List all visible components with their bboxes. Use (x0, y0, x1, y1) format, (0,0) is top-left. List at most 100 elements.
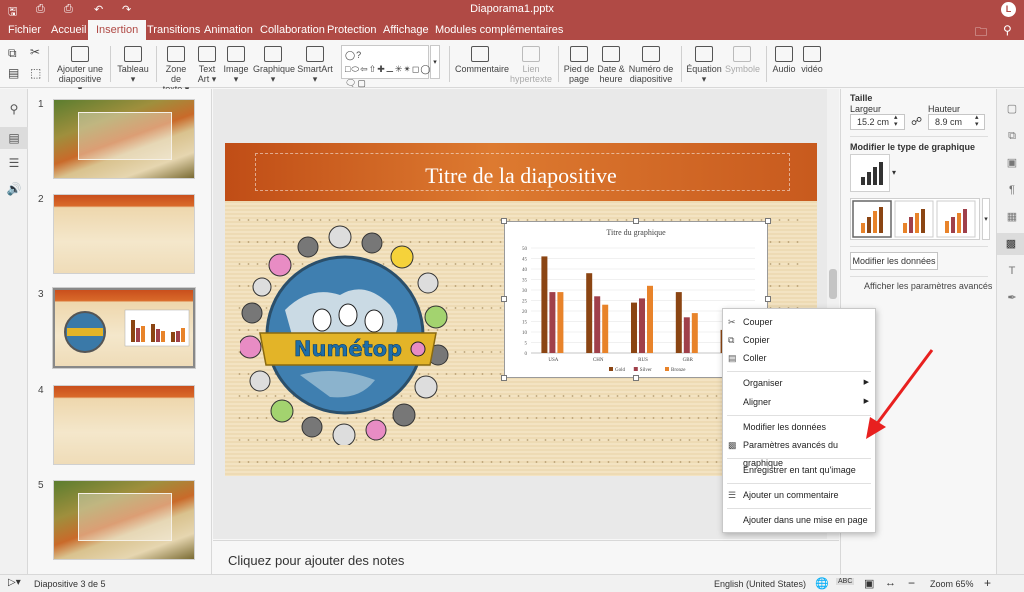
menu-item-save-image[interactable]: Enregistrer en tant qu'image (723, 461, 875, 479)
textbox-button[interactable]: Zone detexte ▾ (161, 46, 191, 94)
play-slideshow-icon[interactable]: ▷▾ (8, 577, 21, 588)
menu-item-add-comment[interactable]: ☰ Ajouter un commentaire (723, 486, 875, 504)
feedback-icon[interactable]: 🔊 (6, 181, 22, 197)
left-toolbar: ⚲ ▤ ☰ 🔊 (0, 89, 28, 574)
fit-slide-icon[interactable]: ▣ (864, 577, 874, 590)
resize-handle[interactable] (501, 296, 507, 302)
menu-item-edit-data[interactable]: Modifier les données (723, 418, 875, 436)
zoom-in-icon[interactable]: + (984, 576, 991, 590)
menu-item-copy[interactable]: ⧉ Copier (723, 331, 875, 349)
paste-icon[interactable]: ▤ (8, 66, 19, 80)
spellcheck-icon[interactable]: ABC (836, 578, 855, 585)
resize-handle[interactable] (501, 375, 507, 381)
paragraph-settings-icon[interactable]: ¶ (1005, 183, 1019, 197)
chart-settings-icon[interactable]: ▩ (997, 233, 1024, 255)
slide-thumbnail-5[interactable] (53, 480, 195, 560)
cut-icon[interactable]: ✂ (30, 45, 40, 59)
y-tick-label: 20 (522, 310, 528, 315)
width-stepper[interactable]: ▴ ▾ (894, 114, 898, 128)
film-icon (803, 46, 821, 62)
select-all-icon[interactable]: ⬚ (30, 66, 41, 80)
height-stepper[interactable]: ▴ ▾ (975, 114, 979, 128)
table-button[interactable]: Tableau ▾ (117, 46, 149, 84)
y-tick-label: 30 (522, 289, 528, 294)
bar-gold-chn (586, 273, 593, 353)
slide-number-button[interactable]: Numéro de diapositive (628, 46, 674, 84)
zoom-out-icon[interactable]: − (908, 576, 915, 590)
annotation-arrow (866, 349, 934, 439)
resize-handle[interactable] (633, 375, 639, 381)
add-slide-button[interactable]: Ajouter unediapositive ▾ (56, 46, 104, 94)
shapes-gallery-dropdown[interactable]: ▾ (430, 45, 440, 79)
copy-icon[interactable]: ⧉ (8, 46, 17, 61)
shape-settings-icon[interactable]: ⧉ (1005, 129, 1019, 143)
tab-modules[interactable]: Modules complémentaires (427, 20, 571, 40)
slide-title[interactable]: Titre de la diapositive (225, 163, 817, 189)
menu-item-cut[interactable]: ✂ Couper (723, 313, 875, 331)
language-selector[interactable]: English (United States) (714, 579, 806, 589)
equation-icon (695, 46, 713, 62)
search-icon[interactable]: ⚲ (1003, 23, 1012, 37)
comments-icon[interactable]: ☰ (6, 155, 22, 171)
tab-insertion[interactable]: Insertion (88, 20, 147, 40)
menu-item-add-to-layout[interactable]: Ajouter dans une mise en page (723, 511, 875, 529)
menu-item-chart-advanced[interactable]: ▩ Paramètres avancés du graphique (723, 436, 875, 468)
status-bar: ▷▾ Diapositive 3 de 5 English (United St… (0, 574, 1024, 592)
legend-swatch (665, 367, 669, 371)
chart-type-dropdown[interactable]: ▾ (892, 168, 896, 177)
chart-button[interactable]: Graphique ▾ (253, 46, 295, 84)
height-label: Hauteur (928, 104, 961, 114)
equation-button[interactable]: Équation ▾ (686, 46, 722, 84)
fit-width-icon[interactable]: ↔ (885, 577, 896, 589)
textart-settings-icon[interactable]: T (1005, 264, 1019, 278)
slide-thumbnail-4[interactable] (53, 385, 195, 465)
image-icon (227, 46, 245, 62)
chart-styles-dropdown[interactable]: ▾ (982, 198, 990, 240)
slide-thumbnail-3[interactable] (52, 287, 196, 369)
footer-button[interactable]: Pied de page (563, 46, 595, 84)
image-button[interactable]: Image ▾ (223, 46, 249, 84)
tab-fichier[interactable]: Fichier (0, 20, 49, 40)
hyperlink-button[interactable]: Lien hypertexte (509, 46, 553, 84)
resize-handle[interactable] (633, 218, 639, 224)
menu-item-align[interactable]: Aligner ▶ (723, 393, 875, 411)
width-label: Largeur (850, 104, 882, 114)
slide-counter: Diapositive 3 de 5 (34, 579, 106, 589)
resize-handle[interactable] (765, 296, 771, 302)
datetime-button[interactable]: Date & heure (597, 46, 625, 84)
title-bar: 🖫 ⎙ ⎙ ↶ ↷ Diaporama1.pptx L (0, 0, 1024, 20)
signature-settings-icon[interactable]: ✒ (1005, 291, 1019, 305)
user-avatar[interactable]: L (1001, 2, 1016, 17)
resize-handle[interactable] (501, 218, 507, 224)
resize-handle[interactable] (765, 218, 771, 224)
search-icon[interactable]: ⚲ (6, 101, 22, 117)
shapes-gallery[interactable]: ◯?□⬭⇦⇧✚⚊✳✴◻◯🗨▢ (341, 45, 430, 88)
video-button[interactable]: vidéo (800, 46, 824, 74)
chart-type-selector[interactable] (850, 154, 890, 192)
menu-item-arrange[interactable]: Organiser ▶ (723, 374, 875, 392)
notes-area[interactable]: Cliquez pour ajouter des notes (213, 540, 839, 574)
symbol-button[interactable]: Symbole (725, 46, 760, 74)
bar-bronze-gbr (691, 313, 698, 353)
edit-data-button[interactable]: Modifier les données (850, 252, 938, 270)
slide-thumbnail-1[interactable] (53, 99, 195, 179)
comment-button[interactable]: Commentaire (455, 46, 509, 74)
table-settings-icon[interactable]: ▦ (1005, 210, 1019, 224)
slide-settings-icon[interactable]: ▢ (1005, 102, 1019, 116)
menu-item-paste[interactable]: ▤ Coller (723, 349, 875, 367)
bar-bronze-rus (647, 285, 653, 353)
advanced-settings-link[interactable]: Afficher les paramètres avancés (864, 281, 992, 291)
globe-icon[interactable]: 🌐 (815, 577, 829, 590)
image-settings-icon[interactable]: ▣ (1005, 156, 1019, 170)
numetop-logo[interactable]: Numétop (240, 225, 455, 445)
smartart-button[interactable]: SmartArt ▾ (296, 46, 334, 84)
slides-icon[interactable]: ▤ (0, 127, 28, 149)
textart-button[interactable]: Text Art ▾ (196, 46, 218, 84)
lock-ratio-icon[interactable]: ☍ (911, 115, 922, 128)
bar-silver-chn (594, 296, 601, 353)
audio-button[interactable]: Audio (771, 46, 797, 74)
tab-accueil[interactable]: Accueil (43, 20, 94, 40)
chart-styles-gallery[interactable] (850, 198, 980, 240)
slide-thumbnail-2[interactable] (53, 194, 195, 274)
legend-swatch (633, 367, 638, 371)
